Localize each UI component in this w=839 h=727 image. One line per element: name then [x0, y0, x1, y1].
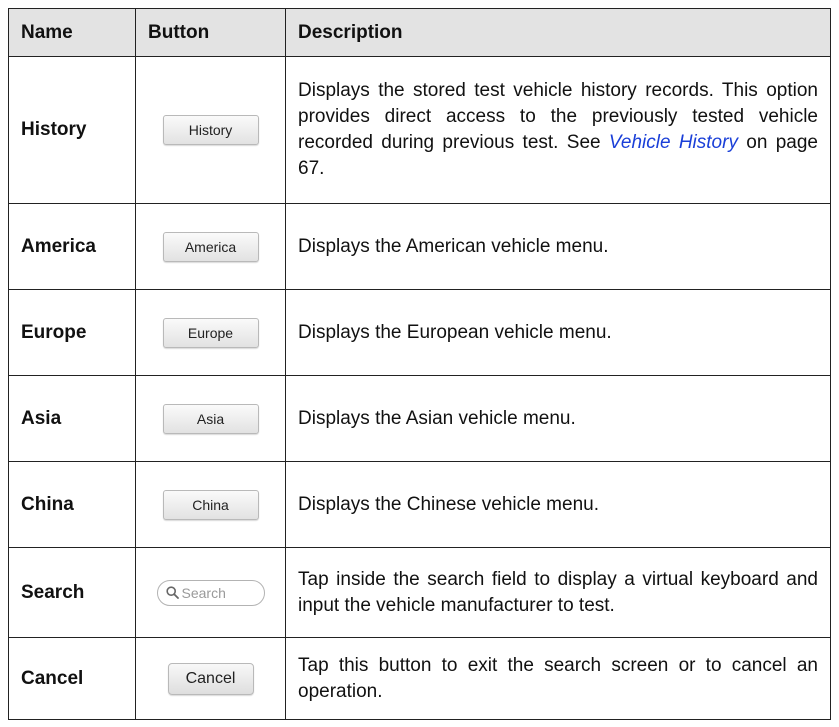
row-button-cell: America — [135, 203, 286, 290]
row-description: Displays the European vehicle menu. — [285, 289, 831, 376]
description-text: Displays the stored test vehicle history… — [298, 80, 818, 153]
table-header-row: Name Button Description — [8, 8, 831, 57]
column-header-button: Button — [135, 8, 286, 57]
table-row-cancel: Cancel Cancel Tap this button to exit th… — [8, 637, 831, 720]
row-description: Tap this button to exit the search scree… — [285, 637, 831, 720]
row-button-cell: Cancel — [135, 637, 286, 720]
europe-button[interactable]: Europe — [162, 317, 259, 348]
table-row-china: China China Displays the Chinese vehicle… — [8, 461, 831, 548]
cancel-button[interactable]: Cancel — [167, 662, 254, 695]
china-button[interactable]: China — [162, 489, 259, 520]
row-name: Europe — [8, 289, 136, 376]
table-row-america: America America Displays the American ve… — [8, 203, 831, 290]
table-row-search: Search Search Tap inside the search fiel… — [8, 547, 831, 638]
row-description: Displays the stored test vehicle history… — [285, 56, 831, 204]
search-icon — [165, 586, 179, 599]
description-see: See — [566, 132, 601, 153]
search-placeholder: Search — [181, 584, 226, 601]
search-input[interactable]: Search — [156, 579, 265, 606]
row-name: Search — [8, 547, 136, 638]
row-name: History — [8, 56, 136, 204]
column-header-name: Name — [8, 8, 136, 57]
table-row-asia: Asia Asia Displays the Asian vehicle men… — [8, 375, 831, 462]
column-header-description: Description — [285, 8, 831, 57]
table-row-europe: Europe Europe Displays the European vehi… — [8, 289, 831, 376]
america-button[interactable]: America — [162, 231, 259, 262]
row-name: America — [8, 203, 136, 290]
row-description: Displays the Asian vehicle menu. — [285, 375, 831, 462]
row-button-cell: History — [135, 56, 286, 204]
vehicle-history-link[interactable]: Vehicle History — [609, 132, 738, 153]
row-button-cell: Search — [135, 547, 286, 638]
asia-button[interactable]: Asia — [162, 403, 259, 434]
history-button[interactable]: History — [162, 115, 259, 145]
row-name: China — [8, 461, 136, 548]
table-row-history: History History Displays the stored test… — [8, 56, 831, 204]
row-description: Displays the Chinese vehicle menu. — [285, 461, 831, 548]
row-description: Displays the American vehicle menu. — [285, 203, 831, 290]
row-button-cell: Europe — [135, 289, 286, 376]
row-button-cell: Asia — [135, 375, 286, 462]
row-name: Cancel — [8, 637, 136, 720]
row-description: Tap inside the search field to display a… — [285, 547, 831, 638]
row-button-cell: China — [135, 461, 286, 548]
row-name: Asia — [8, 375, 136, 462]
button-description-table: Name Button Description History History … — [8, 8, 831, 720]
